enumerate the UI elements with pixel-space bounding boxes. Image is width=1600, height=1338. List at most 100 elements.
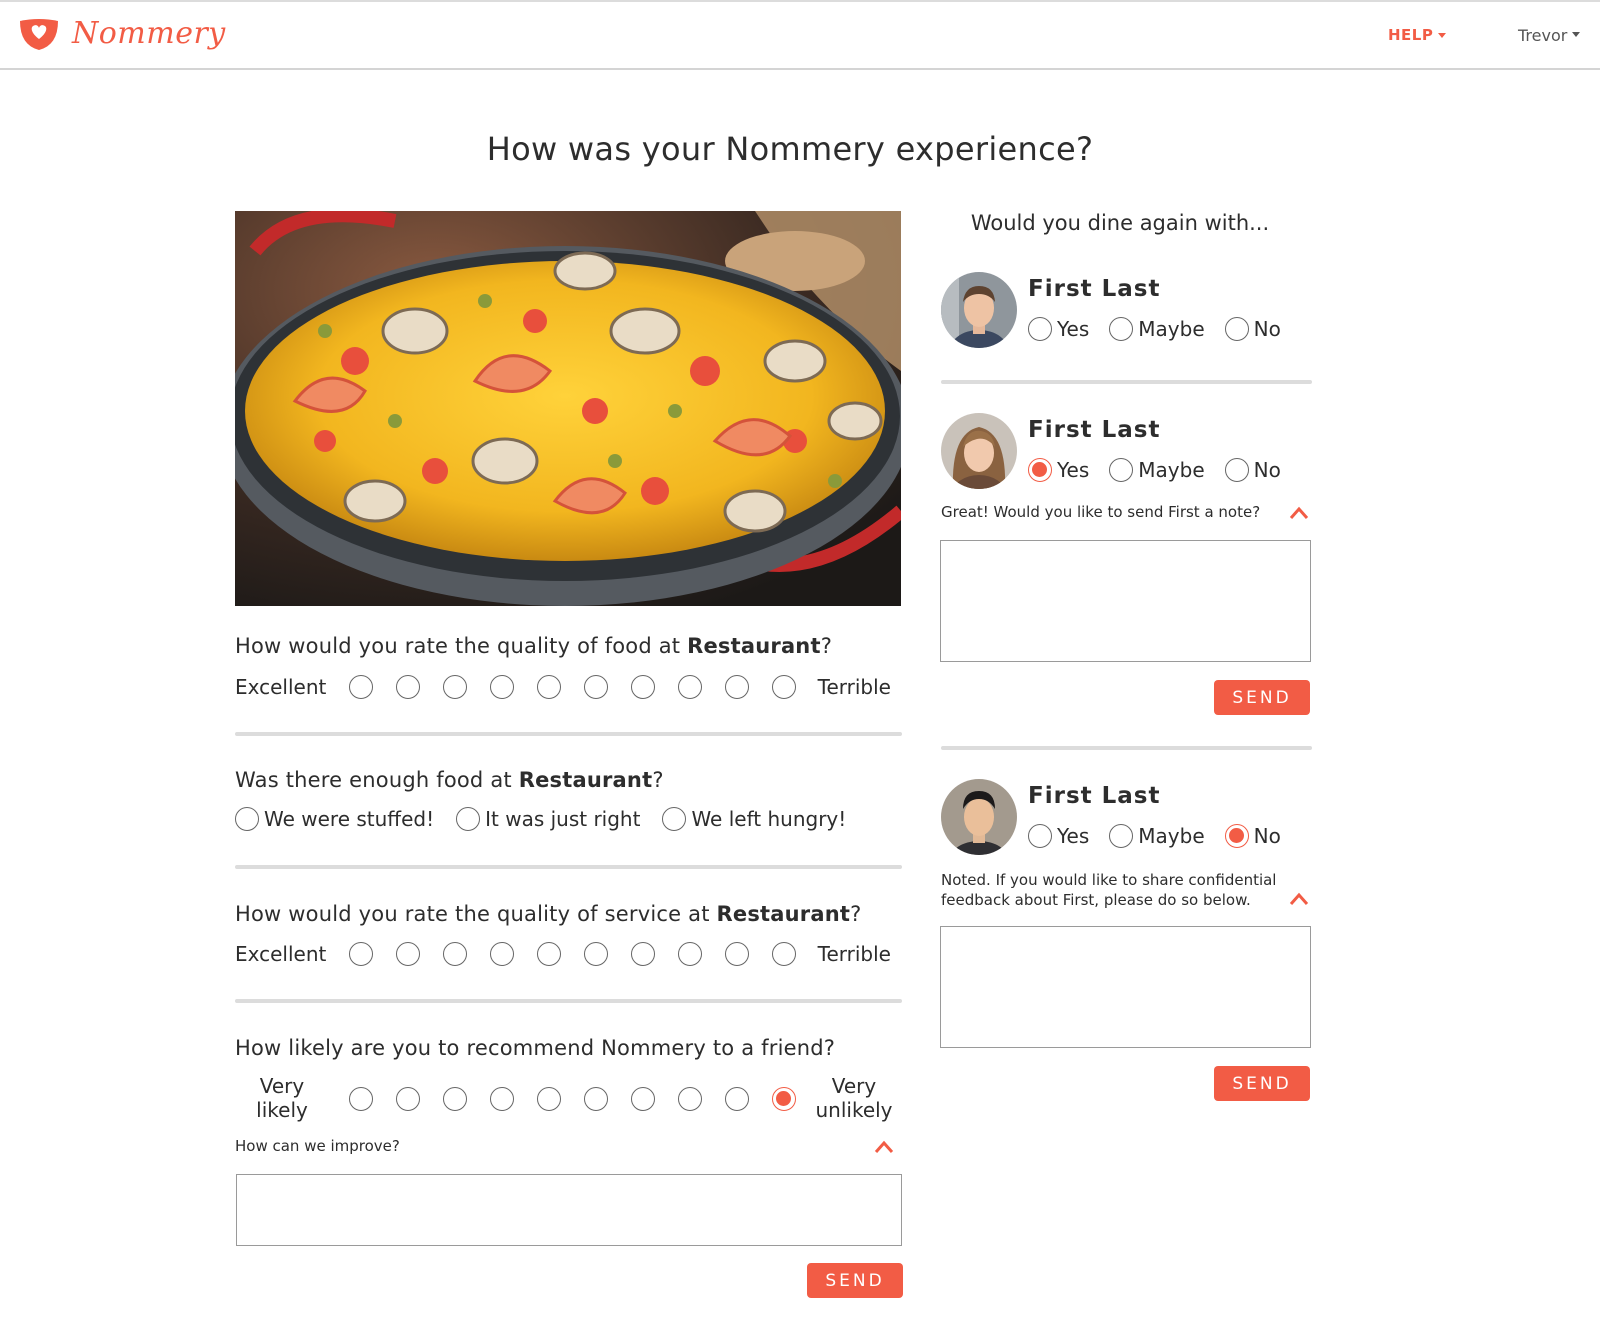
feedback-textarea[interactable] bbox=[940, 926, 1311, 1048]
help-menu[interactable]: HELP bbox=[1388, 26, 1447, 44]
option-hungry[interactable]: We left hungry! bbox=[662, 806, 846, 832]
radio-button[interactable] bbox=[235, 807, 259, 831]
radio-button[interactable] bbox=[1028, 317, 1052, 341]
avatar bbox=[941, 779, 1017, 855]
option-no[interactable]: No bbox=[1224, 316, 1281, 342]
radio-button[interactable] bbox=[1224, 317, 1249, 341]
send-button[interactable]: SEND bbox=[807, 1263, 903, 1298]
service-quality-radio-2[interactable] bbox=[396, 942, 420, 966]
option-label: Maybe bbox=[1138, 824, 1205, 848]
recommend-radio-7[interactable] bbox=[631, 1087, 655, 1111]
food-quality-radio-10[interactable] bbox=[772, 675, 796, 699]
section-divider bbox=[235, 865, 902, 869]
restaurant-name: Restaurant bbox=[716, 902, 851, 926]
food-photo bbox=[235, 211, 901, 606]
improve-textarea[interactable] bbox=[236, 1174, 902, 1246]
service-quality-radio-3[interactable] bbox=[443, 942, 467, 966]
radio-button[interactable] bbox=[456, 807, 481, 831]
food-quality-radio-9[interactable] bbox=[725, 675, 749, 699]
food-quality-radio-1[interactable] bbox=[349, 675, 373, 699]
option-no[interactable]: No bbox=[1224, 823, 1281, 849]
food-quality-radio-6[interactable] bbox=[584, 675, 608, 699]
food-quality-radio-4[interactable] bbox=[490, 675, 514, 699]
recommend-radio-6[interactable] bbox=[584, 1087, 608, 1111]
recommend-radio-3[interactable] bbox=[443, 1087, 467, 1111]
prompt-line: feedback about First, please do so below… bbox=[941, 891, 1251, 909]
recommend-radio-4[interactable] bbox=[490, 1087, 514, 1111]
radio-button[interactable] bbox=[662, 807, 687, 831]
food-quality-radio-8[interactable] bbox=[678, 675, 702, 699]
service-quality-radio-7[interactable] bbox=[631, 942, 655, 966]
recommend-radio-5[interactable] bbox=[537, 1087, 561, 1111]
service-quality-radio-9[interactable] bbox=[725, 942, 749, 966]
option-label: No bbox=[1253, 317, 1281, 341]
help-label: HELP bbox=[1388, 26, 1434, 44]
service-quality-radio-8[interactable] bbox=[678, 942, 702, 966]
food-amount-question: Was there enough food at Restaurant? bbox=[235, 768, 664, 792]
question-text: How would you rate the quality of servic… bbox=[235, 902, 717, 926]
service-quality-radio-1[interactable] bbox=[349, 942, 373, 966]
user-menu[interactable]: Trevor bbox=[1518, 26, 1581, 45]
person-name: First Last bbox=[1028, 783, 1161, 809]
option-label: Yes bbox=[1057, 458, 1090, 482]
scale-high-label: Very unlikely bbox=[808, 1074, 900, 1122]
paella-image bbox=[235, 211, 901, 606]
food-quality-radio-7[interactable] bbox=[631, 675, 655, 699]
chevron-down-icon bbox=[1572, 32, 1581, 37]
option-label: Maybe bbox=[1138, 458, 1205, 482]
avatar bbox=[941, 272, 1017, 348]
food-quality-radio-2[interactable] bbox=[396, 675, 420, 699]
option-label: We left hungry! bbox=[691, 807, 847, 831]
option-yes[interactable]: Yes bbox=[1028, 823, 1089, 849]
send-button[interactable]: SEND bbox=[1214, 1066, 1310, 1101]
recommend-radio-8[interactable] bbox=[678, 1087, 702, 1111]
chevron-up-icon[interactable] bbox=[874, 1140, 894, 1154]
food-quality-radio-3[interactable] bbox=[443, 675, 467, 699]
prompt-line: Noted. If you would like to share confid… bbox=[941, 871, 1277, 889]
question-suffix: ? bbox=[652, 768, 664, 792]
radio-button[interactable] bbox=[1224, 458, 1249, 482]
note-textarea[interactable] bbox=[940, 540, 1311, 662]
recommend-radio-1[interactable] bbox=[349, 1087, 373, 1111]
service-quality-radio-5[interactable] bbox=[537, 942, 561, 966]
service-quality-radio-6[interactable] bbox=[584, 942, 608, 966]
dine-again-options: Yes Maybe No bbox=[1028, 823, 1301, 849]
chevron-up-icon[interactable] bbox=[1289, 506, 1309, 520]
top-navbar: Nommery HELP Trevor bbox=[0, 0, 1600, 70]
question-suffix: ? bbox=[820, 634, 833, 658]
service-quality-radio-10[interactable] bbox=[772, 942, 796, 966]
man-avatar-2-icon bbox=[941, 779, 1017, 855]
user-name: Trevor bbox=[1518, 26, 1568, 45]
chevron-up-icon[interactable] bbox=[1289, 892, 1309, 906]
service-quality-question: How would you rate the quality of servic… bbox=[235, 902, 861, 926]
option-just-right[interactable]: It was just right bbox=[456, 806, 640, 832]
person-name: First Last bbox=[1028, 276, 1161, 302]
dine-again-options: Yes Maybe No bbox=[1028, 457, 1301, 483]
radio-button[interactable] bbox=[1028, 824, 1052, 848]
option-no[interactable]: No bbox=[1224, 457, 1281, 483]
section-divider bbox=[941, 380, 1312, 384]
option-stuffed[interactable]: We were stuffed! bbox=[235, 806, 434, 832]
option-maybe[interactable]: Maybe bbox=[1109, 457, 1205, 483]
brand-logo[interactable]: Nommery bbox=[18, 16, 226, 51]
radio-button[interactable] bbox=[1109, 458, 1134, 482]
radio-button[interactable] bbox=[1109, 824, 1134, 848]
option-maybe[interactable]: Maybe bbox=[1109, 823, 1205, 849]
send-button[interactable]: SEND bbox=[1214, 680, 1310, 715]
radio-button[interactable] bbox=[1109, 317, 1134, 341]
recommend-scale bbox=[235, 1084, 901, 1114]
option-yes[interactable]: Yes bbox=[1028, 457, 1089, 483]
recommend-radio-9[interactable] bbox=[725, 1087, 749, 1111]
food-quality-scale: Excellent Terrible bbox=[235, 672, 901, 702]
recommend-radio-10[interactable] bbox=[772, 1087, 796, 1111]
option-yes[interactable]: Yes bbox=[1028, 316, 1089, 342]
service-quality-radio-4[interactable] bbox=[490, 942, 514, 966]
radio-button[interactable] bbox=[1224, 824, 1249, 848]
dine-again-options: Yes Maybe No bbox=[1028, 316, 1301, 342]
note-prompt: Great! Would you like to send First a no… bbox=[941, 503, 1261, 521]
option-maybe[interactable]: Maybe bbox=[1109, 316, 1205, 342]
recommend-radio-2[interactable] bbox=[396, 1087, 420, 1111]
option-label: We were stuffed! bbox=[264, 807, 435, 831]
radio-button[interactable] bbox=[1028, 458, 1052, 482]
food-quality-radio-5[interactable] bbox=[537, 675, 561, 699]
